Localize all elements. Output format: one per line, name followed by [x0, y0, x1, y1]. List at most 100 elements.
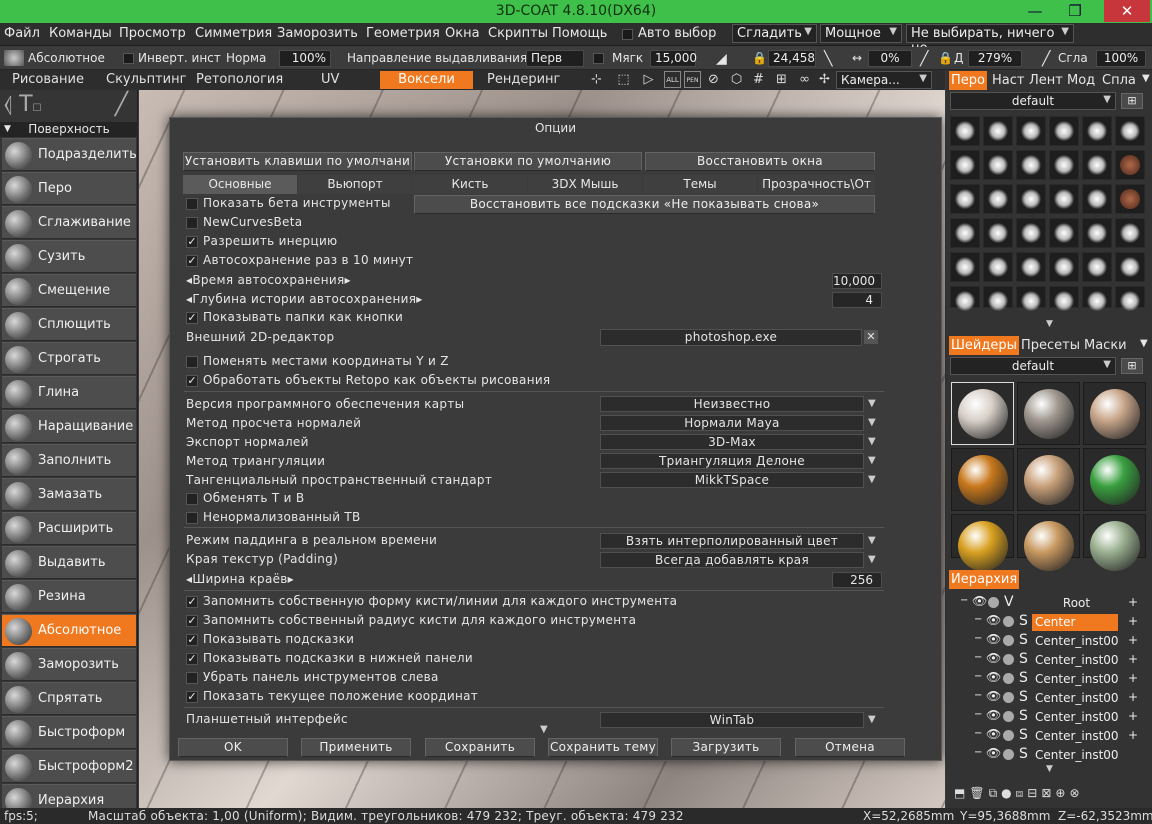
collapse-icon[interactable]: − — [960, 595, 968, 606]
tool-button[interactable]: Подразделить — [2, 138, 137, 171]
brush-alpha-item[interactable] — [1016, 218, 1046, 248]
sphere-add-icon[interactable]: ● — [1001, 786, 1015, 800]
tab-uv[interactable]: UV — [321, 71, 339, 89]
beta-tools-checkbox[interactable] — [186, 198, 198, 210]
sphere-icon[interactable] — [988, 597, 999, 608]
external-editor-field[interactable]: photoshop.exe — [600, 329, 862, 346]
move-icon[interactable]: ⬚ — [615, 71, 632, 88]
grid-cell-icon[interactable]: ⊞ — [773, 71, 790, 88]
tab-brush-strips[interactable]: Лент — [1027, 71, 1065, 90]
hierarchy-item-name[interactable]: Center_inst00 — [1032, 747, 1118, 764]
brush-alpha-item[interactable] — [1115, 184, 1145, 214]
tablet-interface-select[interactable]: WinTab — [600, 712, 864, 728]
menu-scripts[interactable]: Скрипты — [488, 26, 548, 41]
eye-icon[interactable]: 👁 — [972, 594, 987, 608]
brush-alpha-item[interactable] — [950, 184, 980, 214]
hierarchy-root-name[interactable]: Root — [1032, 595, 1118, 612]
brush-alpha-item[interactable] — [950, 286, 980, 311]
chevron-down-icon[interactable]: ▼ — [868, 535, 876, 546]
brush-alpha-item[interactable] — [1049, 184, 1079, 214]
invert-checkbox[interactable] — [123, 53, 134, 64]
brush-preset-dropdown[interactable]: default ▼ — [950, 92, 1116, 110]
tool-button[interactable]: Расширить — [2, 512, 136, 545]
hierarchy-row[interactable]: − 👁 S Center_inst00 + — [946, 689, 1152, 708]
tab-sculpt[interactable]: Скульптинг — [106, 71, 186, 89]
brush-alpha-item[interactable] — [983, 116, 1013, 146]
brush-alpha-item[interactable] — [1049, 286, 1079, 311]
pen-icon[interactable]: PEN — [684, 71, 701, 88]
brush-alpha-item[interactable] — [983, 286, 1013, 311]
brush-alpha-item[interactable] — [1115, 286, 1145, 311]
chevron-down-icon[interactable]: ▼ — [868, 714, 876, 725]
close-button[interactable]: ✕ — [1104, 0, 1150, 22]
all-icon[interactable]: ALL — [664, 71, 681, 88]
add-preset-icon[interactable]: ⊞ — [1121, 93, 1143, 109]
eye-icon[interactable]: 👁 — [986, 670, 1001, 684]
normal-field[interactable]: 100% — [279, 50, 331, 67]
power-dropdown[interactable]: Мощное ▼ — [820, 24, 902, 43]
hints-bottom-checkbox[interactable]: ✓ — [186, 653, 198, 665]
hierarchy-item-name[interactable]: Center_inst00 — [1032, 690, 1118, 707]
tab-retopo[interactable]: Ретопология — [196, 71, 283, 89]
brush-alpha-item[interactable] — [1016, 116, 1046, 146]
add-layer-icon[interactable]: + — [1124, 614, 1142, 628]
brush-alpha-item[interactable] — [1115, 218, 1145, 248]
text-tool-icon[interactable]: ⦉ T☐ ╱ — [4, 92, 138, 120]
menu-freeze[interactable]: Заморозить — [277, 26, 358, 41]
sphere-icon[interactable] — [1003, 635, 1014, 646]
brush-alpha-item[interactable] — [1082, 286, 1112, 311]
hierarchy-item-name[interactable]: Center — [1032, 614, 1118, 631]
merge-icon[interactable]: ⊟ — [1027, 786, 1041, 800]
add-layer-icon[interactable]: + — [1124, 633, 1142, 647]
chevron-down-icon[interactable]: ▼ — [868, 398, 876, 409]
add-layer-icon[interactable]: + — [1124, 728, 1142, 742]
hierarchy-item-name[interactable]: Center_inst00 — [1032, 652, 1118, 669]
hierarchy-row[interactable]: − 👁 S Center_inst00 + — [946, 651, 1152, 670]
brush-alpha-item[interactable] — [1115, 116, 1145, 146]
add-layer-icon[interactable]: + — [1124, 709, 1142, 723]
brush-alpha-item[interactable] — [983, 150, 1013, 180]
brush-alpha-item[interactable] — [950, 252, 980, 282]
hide-toolbar-checkbox[interactable] — [186, 672, 198, 684]
brush-alpha-item[interactable] — [983, 184, 1013, 214]
angle-field[interactable]: 0% — [868, 50, 912, 67]
brush-alpha-item[interactable] — [1082, 252, 1112, 282]
restore-windows-button[interactable]: Восстановить окна — [645, 152, 875, 171]
remember-shape-checkbox[interactable]: ✓ — [186, 596, 198, 608]
hierarchy-row[interactable]: − 👁 S Center_inst00 + — [946, 727, 1152, 746]
map-version-select[interactable]: Неизвестно — [600, 396, 864, 412]
maximize-button[interactable]: ❐ — [1060, 0, 1090, 22]
shader-item[interactable] — [1083, 514, 1146, 571]
eye-icon[interactable]: 👁 — [986, 651, 1001, 665]
clear-editor-icon[interactable]: ✕ — [864, 330, 878, 344]
padding-select[interactable]: Всегда добавлять края — [600, 552, 864, 568]
tool-button[interactable]: Замазать — [2, 478, 136, 511]
tool-button[interactable]: Быстроформ2 — [2, 750, 136, 783]
shader-preset-dropdown[interactable]: default ▼ — [950, 357, 1116, 375]
brush-alpha-item[interactable] — [950, 116, 980, 146]
remember-radius-checkbox[interactable]: ✓ — [186, 615, 198, 627]
inertia-checkbox[interactable]: ✓ — [186, 236, 198, 248]
scroll-down-icon[interactable]: ▼ — [1046, 764, 1053, 774]
tab-themes[interactable]: Темы — [643, 175, 757, 194]
tool-button[interactable]: Сузить — [2, 240, 136, 273]
menu-geometry[interactable]: Геометрия — [366, 26, 440, 41]
tool-button[interactable]: Выдавить — [2, 546, 136, 579]
forbid-icon[interactable]: ⊘ — [705, 71, 722, 88]
hierarchy-item-name[interactable]: Center_inst00 — [1032, 671, 1118, 688]
smooth-field[interactable]: 100% — [1096, 50, 1146, 67]
soft-field[interactable]: 15,000 — [650, 50, 697, 67]
hierarchy-item-name[interactable]: Center_inst00 — [1032, 633, 1118, 650]
sphere-icon[interactable] — [1003, 692, 1014, 703]
sphere-icon[interactable] — [1003, 616, 1014, 627]
delete-icon[interactable]: 🗑 — [969, 786, 988, 800]
hierarchy-item-name[interactable]: Center_inst00 — [1032, 709, 1118, 726]
unnormalized-tb-checkbox[interactable] — [186, 512, 198, 524]
edge-width-field[interactable]: 256 — [832, 572, 882, 588]
tool-button[interactable]: Строгать — [2, 342, 136, 375]
shader-item[interactable] — [1017, 382, 1080, 445]
brush-alpha-item[interactable] — [950, 218, 980, 248]
brush-alpha-item[interactable] — [1082, 184, 1112, 214]
new-folder-icon[interactable]: ⬒ — [954, 786, 969, 800]
sphere-icon[interactable] — [1003, 654, 1014, 665]
